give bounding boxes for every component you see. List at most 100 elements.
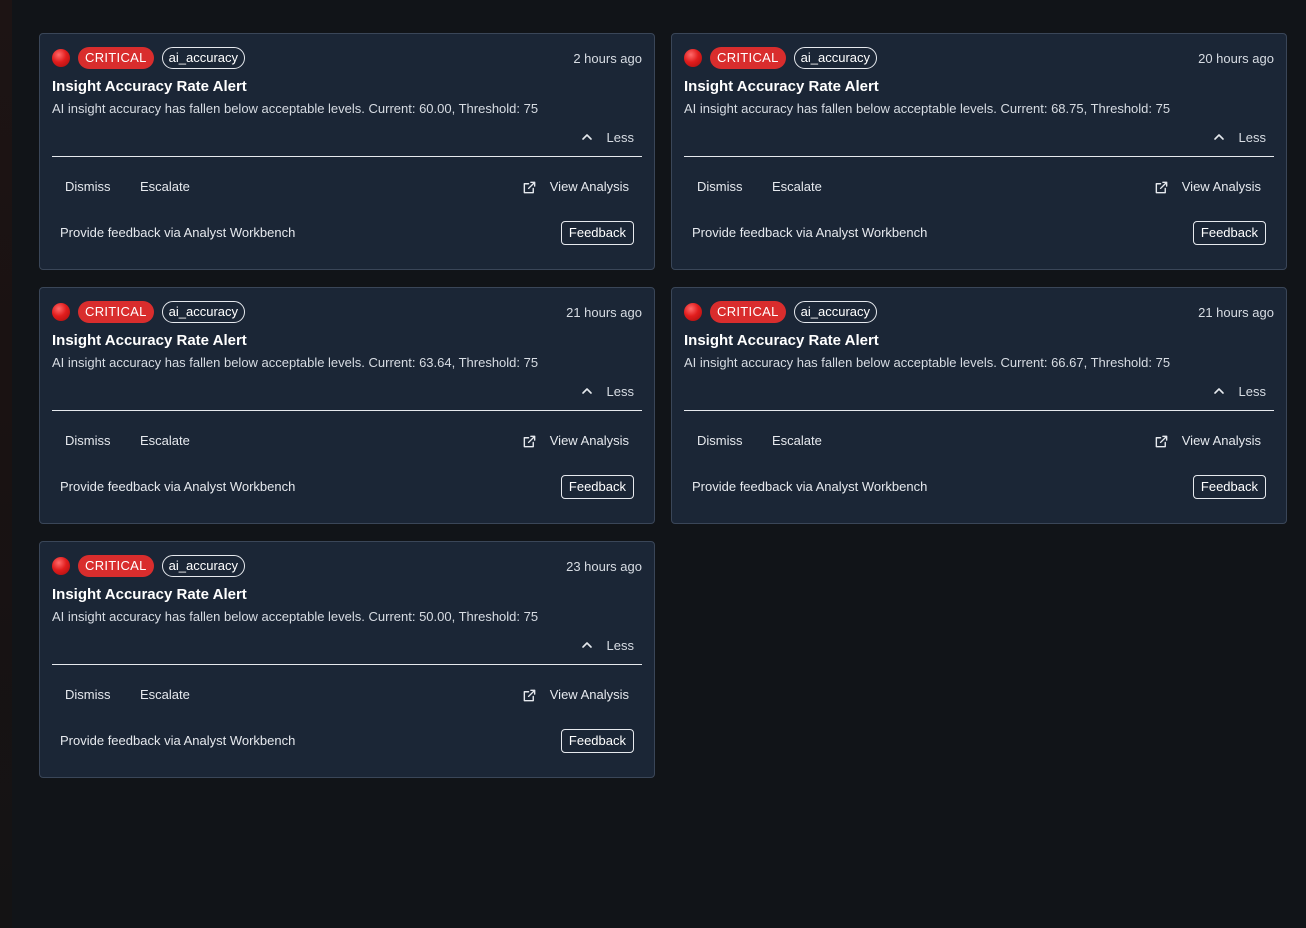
dismiss-button[interactable]: Dismiss <box>52 174 124 200</box>
escalate-button[interactable]: Escalate <box>759 428 835 454</box>
alert-timestamp: 23 hours ago <box>566 558 642 574</box>
feedback-row: Provide feedback via Analyst Workbench F… <box>60 475 634 499</box>
alert-actions: Dismiss Escalate View Analysis <box>52 174 642 200</box>
divider <box>684 156 1274 157</box>
collapse-toggle[interactable]: Less <box>581 128 634 146</box>
external-link-icon <box>523 435 536 447</box>
feedback-prompt: Provide feedback via Analyst Workbench <box>60 733 296 748</box>
collapse-toggle[interactable]: Less <box>1213 128 1266 146</box>
alert-description: AI insight accuracy has fallen below acc… <box>52 609 539 624</box>
escalate-button[interactable]: Escalate <box>127 682 203 708</box>
view-analysis-label: View Analysis <box>549 687 629 702</box>
alert-header: CRITICAL ai_accuracy 20 hours ago <box>684 47 1274 69</box>
severity-badge: CRITICAL <box>78 301 154 323</box>
category-tag: ai_accuracy <box>161 47 246 69</box>
external-link-icon <box>523 689 536 701</box>
feedback-prompt: Provide feedback via Analyst Workbench <box>60 479 296 494</box>
alert-description: AI insight accuracy has fallen below acc… <box>684 355 1171 370</box>
collapse-label: Less <box>606 129 634 145</box>
feedback-prompt: Provide feedback via Analyst Workbench <box>60 225 296 240</box>
view-analysis-button[interactable]: View Analysis <box>1141 174 1274 200</box>
divider <box>684 410 1274 411</box>
feedback-prompt: Provide feedback via Analyst Workbench <box>692 479 928 494</box>
divider <box>52 664 642 665</box>
external-link-icon <box>523 181 536 193</box>
feedback-button[interactable]: Feedback <box>1192 221 1266 245</box>
collapse-toggle[interactable]: Less <box>581 636 634 654</box>
view-analysis-button[interactable]: View Analysis <box>509 428 642 454</box>
feedback-button[interactable]: Feedback <box>1192 475 1266 499</box>
feedback-row: Provide feedback via Analyst Workbench F… <box>692 475 1266 499</box>
collapse-toggle[interactable]: Less <box>581 382 634 400</box>
feedback-row: Provide feedback via Analyst Workbench F… <box>60 729 634 753</box>
alert-title: Insight Accuracy Rate Alert <box>684 78 879 95</box>
collapse-toggle[interactable]: Less <box>1213 382 1266 400</box>
feedback-prompt: Provide feedback via Analyst Workbench <box>692 225 928 240</box>
alert-timestamp: 21 hours ago <box>1198 304 1274 320</box>
chevron-up-icon <box>581 388 592 394</box>
alert-actions: Dismiss Escalate View Analysis <box>52 428 642 454</box>
severity-badge: CRITICAL <box>78 47 154 69</box>
alert-card: CRITICAL ai_accuracy 23 hours ago Insigh… <box>39 541 655 778</box>
feedback-button[interactable]: Feedback <box>560 475 634 499</box>
chevron-up-icon <box>1213 388 1224 394</box>
alert-card: CRITICAL ai_accuracy 20 hours ago Insigh… <box>671 33 1287 270</box>
feedback-button[interactable]: Feedback <box>560 221 634 245</box>
feedback-row: Provide feedback via Analyst Workbench F… <box>692 221 1266 245</box>
alert-timestamp: 21 hours ago <box>566 304 642 320</box>
collapse-label: Less <box>1238 383 1266 399</box>
red-circle-icon <box>52 557 70 575</box>
view-analysis-label: View Analysis <box>1181 433 1261 448</box>
alert-actions: Dismiss Escalate View Analysis <box>52 682 642 708</box>
severity-badge: CRITICAL <box>710 47 786 69</box>
category-tag: ai_accuracy <box>161 301 246 323</box>
escalate-button[interactable]: Escalate <box>127 428 203 454</box>
alert-timestamp: 2 hours ago <box>573 50 642 66</box>
alert-header: CRITICAL ai_accuracy 23 hours ago <box>52 555 642 577</box>
red-circle-icon <box>52 49 70 67</box>
left-edge-strip <box>0 0 12 928</box>
dismiss-button[interactable]: Dismiss <box>52 428 124 454</box>
collapse-label: Less <box>606 637 634 653</box>
category-tag: ai_accuracy <box>793 47 878 69</box>
collapse-label: Less <box>1238 129 1266 145</box>
red-circle-icon <box>52 303 70 321</box>
escalate-button[interactable]: Escalate <box>759 174 835 200</box>
collapse-label: Less <box>606 383 634 399</box>
alert-title: Insight Accuracy Rate Alert <box>684 332 879 349</box>
alert-header: CRITICAL ai_accuracy 2 hours ago <box>52 47 642 69</box>
view-analysis-button[interactable]: View Analysis <box>509 682 642 708</box>
alert-actions: Dismiss Escalate View Analysis <box>684 428 1274 454</box>
view-analysis-label: View Analysis <box>1181 179 1261 194</box>
escalate-button[interactable]: Escalate <box>127 174 203 200</box>
chevron-up-icon <box>1213 134 1224 140</box>
dismiss-button[interactable]: Dismiss <box>684 428 756 454</box>
view-analysis-button[interactable]: View Analysis <box>509 174 642 200</box>
external-link-icon <box>1155 435 1168 447</box>
divider <box>52 410 642 411</box>
alert-header: CRITICAL ai_accuracy 21 hours ago <box>684 301 1274 323</box>
alert-card: CRITICAL ai_accuracy 21 hours ago Insigh… <box>39 287 655 524</box>
alert-card: CRITICAL ai_accuracy 21 hours ago Insigh… <box>671 287 1287 524</box>
severity-badge: CRITICAL <box>78 555 154 577</box>
feedback-button[interactable]: Feedback <box>560 729 634 753</box>
alert-timestamp: 20 hours ago <box>1198 50 1274 66</box>
alert-description: AI insight accuracy has fallen below acc… <box>52 101 539 116</box>
alert-description: AI insight accuracy has fallen below acc… <box>684 101 1171 116</box>
view-analysis-button[interactable]: View Analysis <box>1141 428 1274 454</box>
category-tag: ai_accuracy <box>793 301 878 323</box>
view-analysis-label: View Analysis <box>549 433 629 448</box>
chevron-up-icon <box>581 642 592 648</box>
view-analysis-label: View Analysis <box>549 179 629 194</box>
dismiss-button[interactable]: Dismiss <box>684 174 756 200</box>
category-tag: ai_accuracy <box>161 555 246 577</box>
red-circle-icon <box>684 49 702 67</box>
alert-header: CRITICAL ai_accuracy 21 hours ago <box>52 301 642 323</box>
alerts-grid: CRITICAL ai_accuracy 2 hours ago Insight… <box>39 33 1287 778</box>
alert-card: CRITICAL ai_accuracy 2 hours ago Insight… <box>39 33 655 270</box>
chevron-up-icon <box>581 134 592 140</box>
alert-title: Insight Accuracy Rate Alert <box>52 78 247 95</box>
dismiss-button[interactable]: Dismiss <box>52 682 124 708</box>
alert-description: AI insight accuracy has fallen below acc… <box>52 355 539 370</box>
red-circle-icon <box>684 303 702 321</box>
